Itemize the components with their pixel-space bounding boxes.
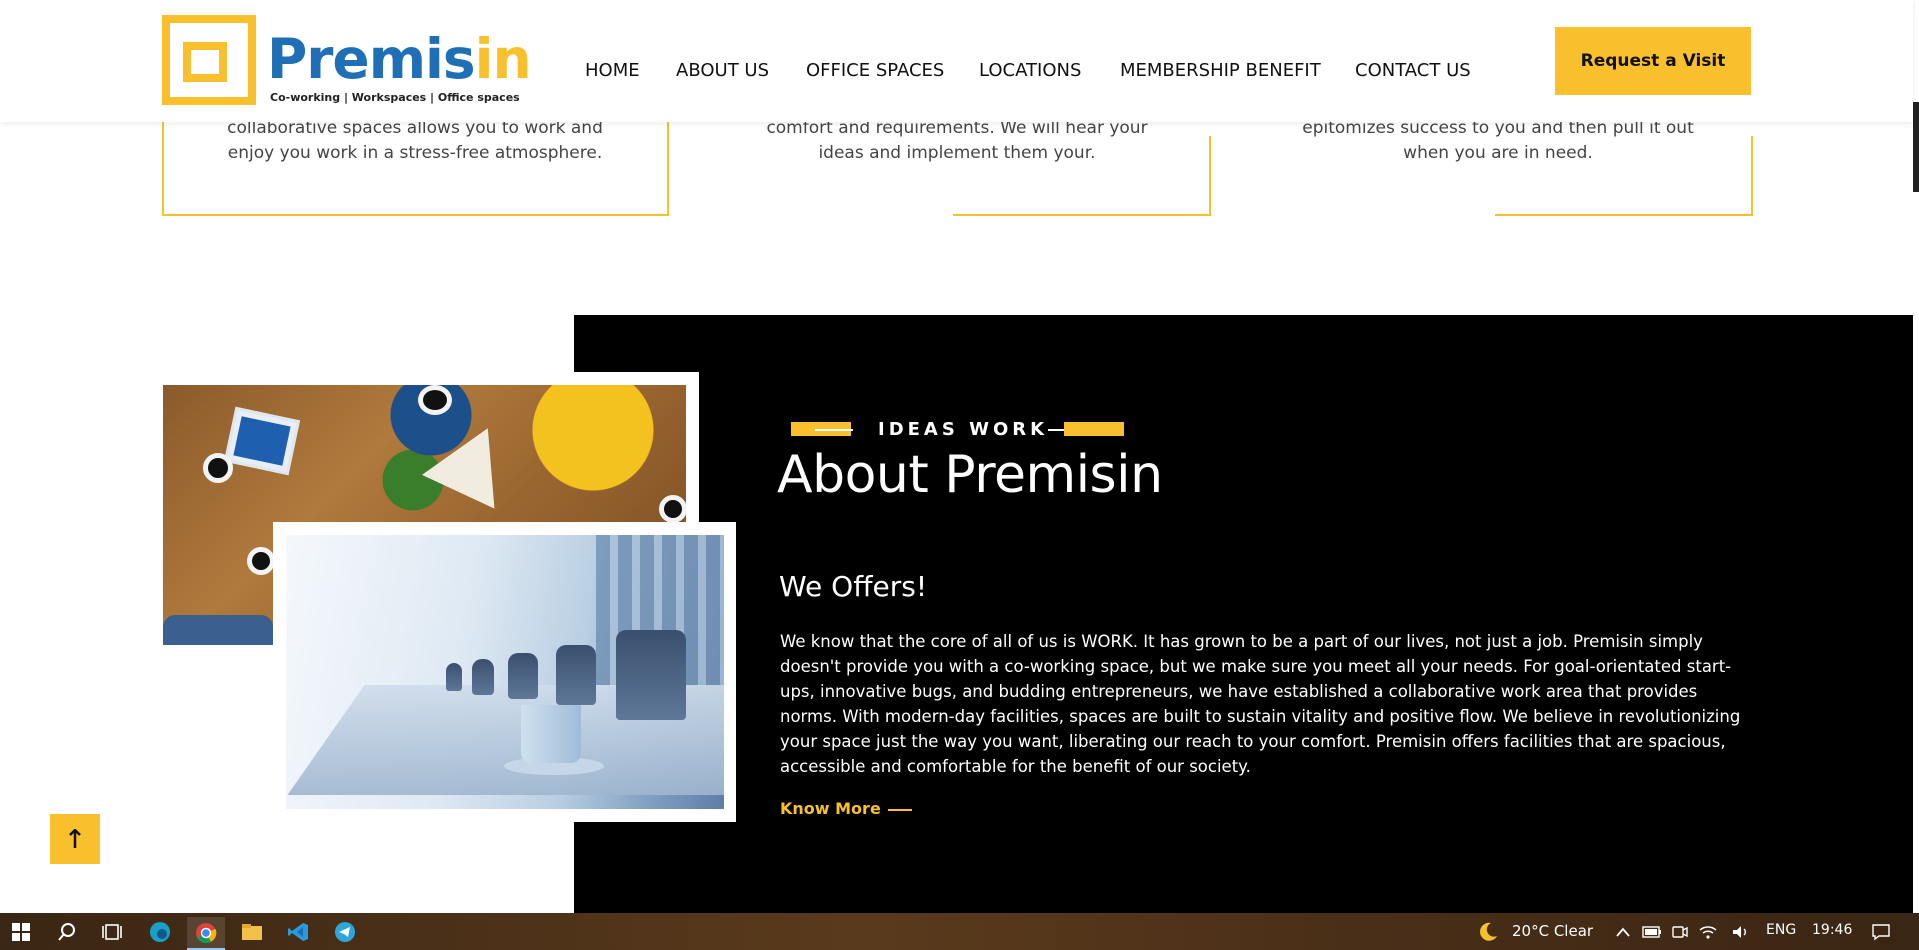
about-section-background: [574, 315, 1913, 913]
feature-box-2-right-border: [1209, 136, 1211, 216]
file-explorer-icon[interactable]: [239, 919, 265, 945]
windows-start-icon[interactable]: [8, 919, 34, 945]
paper-shape: [421, 411, 525, 509]
nav-locations[interactable]: LOCATIONS: [979, 60, 1081, 81]
conference-room-photo: [286, 535, 724, 809]
feature-text-3: epitomizes success to you and then pull …: [1302, 118, 1694, 163]
arrow-up-icon: [69, 829, 81, 848]
know-more-label: Know More: [780, 799, 881, 818]
volume-icon[interactable]: [1728, 919, 1754, 945]
telegram-icon[interactable]: [332, 919, 358, 945]
offers-subtitle: We Offers!: [779, 570, 928, 603]
site-header: Premisin Co-working | Workspaces | Offic…: [0, 0, 1913, 122]
jeans-shape: [163, 615, 273, 645]
about-title: About Premisin: [777, 445, 1163, 505]
coffee-cup-shape: [659, 495, 686, 523]
nav-office-spaces[interactable]: OFFICE SPACES: [806, 60, 944, 81]
mug-shape: [521, 705, 581, 763]
chair-shape: [472, 659, 494, 695]
coffee-cup-shape: [418, 385, 452, 415]
wifi-icon[interactable]: [1695, 919, 1721, 945]
windows-taskbar: 20°C Clear ENG 19:46: [0, 913, 1919, 950]
back-to-top-button[interactable]: [50, 814, 100, 864]
logo-main-text: Premis: [267, 27, 476, 91]
eyebrow-text: IDEAS WORK: [878, 419, 1049, 440]
feature-box-3-right-border: [1751, 136, 1753, 216]
feature-box-1-bottom-border: [162, 214, 669, 216]
feature-text-2: comfort and requirements. We will hear y…: [766, 118, 1148, 163]
chair-shape: [556, 645, 596, 705]
page-scrollbar[interactable]: [1913, 0, 1919, 913]
moon-icon[interactable]: [1475, 919, 1501, 945]
tablet-shape: [223, 406, 301, 476]
eyebrow-bar-right: [1064, 422, 1124, 436]
chair-shape: [616, 630, 686, 720]
know-more-line: [887, 808, 912, 811]
task-view-icon[interactable]: [99, 919, 125, 945]
chrome-icon[interactable]: [187, 917, 225, 950]
nav-membership-benefit[interactable]: MEMBERSHIP BENEFIT: [1120, 60, 1321, 81]
vscode-icon[interactable]: [285, 919, 311, 945]
logo-wordmark[interactable]: Premisin: [267, 32, 532, 87]
chevron-up-icon[interactable]: [1610, 919, 1636, 945]
language-indicator[interactable]: ENG: [1766, 922, 1796, 938]
chair-shape: [446, 663, 462, 691]
feature-box-3-bottom-border: [1495, 214, 1753, 216]
eyebrow: IDEAS WORK: [791, 419, 1125, 440]
logo-mark[interactable]: [162, 15, 256, 105]
feature-box-1-left-border: [162, 122, 164, 216]
nav-about-us[interactable]: ABOUT US: [676, 60, 769, 81]
nav-home[interactable]: HOME: [585, 60, 640, 81]
feature-box-2-bottom-border: [953, 214, 1211, 216]
meet-now-icon[interactable]: [1667, 919, 1693, 945]
logo-accent-text: in: [474, 27, 532, 91]
chair-shape: [508, 653, 538, 699]
know-more-link[interactable]: Know More: [780, 799, 912, 818]
notification-icon[interactable]: [1868, 919, 1894, 945]
coffee-cup-shape: [247, 547, 275, 575]
feature-box-1-right-border: [667, 122, 669, 216]
coffee-cup-shape: [203, 453, 233, 483]
logo-inner-square: [183, 42, 227, 82]
nav-contact-us[interactable]: CONTACT US: [1355, 60, 1471, 81]
edge-icon[interactable]: [147, 919, 173, 945]
battery-icon[interactable]: [1639, 919, 1665, 945]
weather-text[interactable]: 20°C Clear: [1512, 922, 1593, 940]
logo-tagline: Co-working | Workspaces | Office spaces: [270, 91, 520, 104]
eyebrow-dash-left: [815, 429, 853, 431]
feature-text-1: collaborative spaces allows you to work …: [227, 118, 603, 163]
about-body-text: We know that the core of all of us is WO…: [780, 632, 1741, 776]
search-icon[interactable]: [54, 919, 80, 945]
request-visit-button[interactable]: Request a Visit: [1555, 27, 1751, 95]
clock[interactable]: 19:46: [1812, 922, 1852, 938]
scrollbar-thumb[interactable]: [1913, 102, 1919, 192]
